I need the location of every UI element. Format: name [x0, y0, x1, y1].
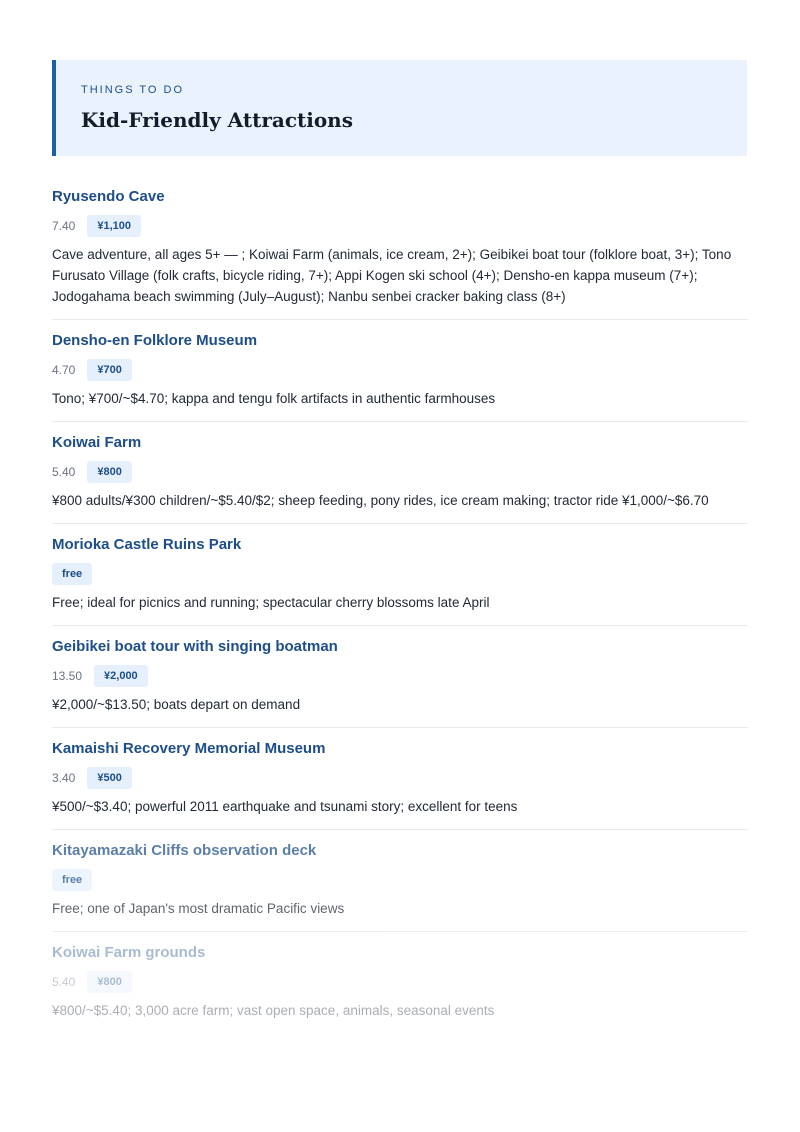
- price-badge: ¥800: [87, 971, 132, 993]
- price-badge: free: [52, 563, 93, 585]
- attraction-score: 5.40: [52, 465, 76, 479]
- attraction-meta: free: [52, 562, 748, 586]
- attraction-title-link[interactable]: Densho-en Folklore Museum: [52, 332, 748, 350]
- attraction-description: Tono; ¥700/~$4.70; kappa and tengu folk …: [52, 391, 496, 406]
- attraction-item: Ryusendo Cave 7.40 ¥1,100 Cave adventure, a…: [52, 176, 748, 320]
- attraction-description: ¥500/~$3.40; powerful 2011 earthquake an…: [52, 799, 518, 814]
- attraction-score: 13.50: [52, 669, 83, 683]
- attraction-description: Free; ideal for picnics and running; spe…: [52, 595, 490, 610]
- attraction-meta: 13.50 ¥2,000: [52, 664, 748, 688]
- attraction-meta: 4.70 ¥700: [52, 358, 748, 382]
- price-badge: ¥2,000: [94, 665, 148, 687]
- section-header: THINGS TO DO Kid-Friendly Attractions: [52, 60, 747, 156]
- attraction-title-link[interactable]: Morioka Castle Ruins Park: [52, 536, 748, 554]
- price-badge: free: [52, 869, 93, 891]
- price-badge: ¥800: [87, 461, 132, 483]
- attraction-description: ¥800 adults/¥300 children/~$5.40/$2; she…: [52, 493, 709, 508]
- page-title: Kid-Friendly Attractions: [81, 108, 353, 132]
- attraction-meta: 5.40 ¥800: [52, 460, 748, 484]
- attraction-meta: 7.40 ¥1,100: [52, 214, 748, 238]
- attraction-item: Densho-en Folklore Museum 4.70 ¥700 Tono; ¥…: [52, 320, 748, 422]
- price-badge: ¥700: [87, 359, 132, 381]
- attraction-item: Koiwai Farm grounds 5.40 ¥800 ¥800/~$5.40; …: [52, 932, 748, 1033]
- attraction-score: 3.40: [52, 771, 76, 785]
- price-badge: ¥500: [87, 767, 132, 789]
- attraction-title-link[interactable]: Koiwai Farm grounds: [52, 944, 748, 962]
- attraction-meta: free: [52, 868, 748, 892]
- attraction-description: ¥800/~$5.40; 3,000 acre farm; vast open …: [52, 1003, 495, 1018]
- section-eyebrow: THINGS TO DO: [81, 84, 185, 96]
- attraction-title-link[interactable]: Kitayamazaki Cliffs observation deck: [52, 842, 748, 860]
- attraction-title-link[interactable]: Kamaishi Recovery Memorial Museum: [52, 740, 748, 758]
- attraction-score: 5.40: [52, 975, 76, 989]
- attraction-item: Morioka Castle Ruins Park free Free; ideal…: [52, 524, 748, 626]
- price-badge: ¥1,100: [87, 215, 142, 237]
- attraction-description: Free; one of Japan's most dramatic Pacif…: [52, 901, 345, 916]
- attraction-title-link[interactable]: Ryusendo Cave: [52, 188, 748, 206]
- attraction-item: Kamaishi Recovery Memorial Museum 3.40 ¥50…: [52, 728, 748, 830]
- attraction-item: Geibikei boat tour with singing boatman 1…: [52, 626, 748, 728]
- attraction-score: 7.40: [52, 219, 76, 233]
- attraction-title-link[interactable]: Geibikei boat tour with singing boatman: [52, 638, 748, 656]
- attraction-item: Kitayamazaki Cliffs observation deck free…: [52, 830, 748, 932]
- attraction-item: Koiwai Farm 5.40 ¥800 ¥800 adults/¥300 chil…: [52, 422, 748, 524]
- attraction-description: Cave adventure, all ages 5+ — ; Koiwai F…: [52, 247, 732, 304]
- attraction-score: 4.70: [52, 363, 76, 377]
- attraction-description: ¥2,000/~$13.50; boats depart on demand: [52, 697, 301, 712]
- attraction-meta: 5.40 ¥800: [52, 970, 748, 994]
- attraction-title-link[interactable]: Koiwai Farm: [52, 434, 748, 452]
- attraction-list: Ryusendo Cave 7.40 ¥1,100 Cave adventure, a…: [52, 176, 748, 1033]
- attraction-meta: 3.40 ¥500: [52, 766, 748, 790]
